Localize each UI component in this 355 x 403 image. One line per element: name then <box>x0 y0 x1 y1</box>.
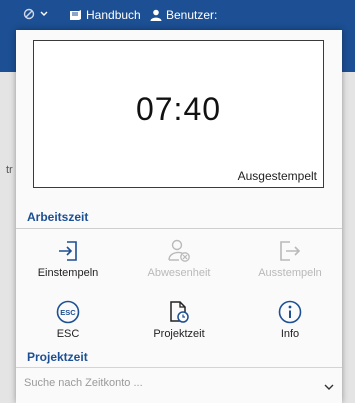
info-icon <box>240 299 340 325</box>
background-page-right <box>342 30 355 403</box>
chevron-down-icon <box>40 11 48 17</box>
time-account-search <box>16 367 342 397</box>
esc-button[interactable]: ESC ESC <box>18 299 118 340</box>
clock-time: 07:40 <box>135 91 222 127</box>
project-time-button[interactable]: Projektzeit <box>129 299 229 340</box>
info-label: Info <box>280 328 300 340</box>
section-title-projektzeit: Projektzeit <box>27 350 88 364</box>
info-button[interactable]: Info <box>240 299 340 340</box>
clock-out-icon <box>240 238 340 264</box>
clock-out-label: Ausstempeln <box>258 267 322 279</box>
top-bar: Handbuch Benutzer: <box>0 0 355 30</box>
app-logo-icon <box>22 8 36 20</box>
handbook-label: Handbuch <box>86 8 141 22</box>
absence-icon <box>129 238 229 264</box>
project-time-label: Projektzeit <box>153 328 205 340</box>
background-page-left <box>0 30 16 403</box>
absence-button[interactable]: Abwesenheit <box>129 238 229 279</box>
clock-status-label: Ausgestempelt <box>237 169 317 183</box>
clock-in-button[interactable]: Einstempeln <box>18 238 118 279</box>
background-header-right <box>342 30 355 72</box>
background-text-fragment: tr <box>6 164 13 176</box>
user-label: Benutzer: <box>166 8 218 22</box>
handbook-link[interactable]: Handbuch <box>68 8 141 22</box>
user-info[interactable]: Benutzer: <box>150 8 217 22</box>
clock-in-label: Einstempeln <box>37 267 99 279</box>
app-menu-button[interactable] <box>22 8 48 20</box>
clock-display: 07:40 Ausgestempelt <box>33 40 324 188</box>
book-icon <box>68 9 82 21</box>
project-time-icon <box>129 299 229 325</box>
section-title-arbeitszeit: Arbeitszeit <box>27 210 89 224</box>
section-divider <box>16 228 342 229</box>
esc-label: ESC <box>56 328 80 340</box>
clock-out-button[interactable]: Ausstempeln <box>240 238 340 279</box>
time-tracking-panel: 07:40 Ausgestempelt Arbeitszeit Einstemp… <box>16 30 342 403</box>
time-account-search-input[interactable] <box>16 367 342 397</box>
absence-label: Abwesenheit <box>147 267 211 279</box>
chevron-down-icon[interactable] <box>324 378 334 396</box>
background-header-left <box>0 30 16 72</box>
user-icon <box>150 9 162 21</box>
svg-text:ESC: ESC <box>60 308 76 317</box>
clock-in-icon <box>18 238 118 264</box>
esc-icon: ESC <box>18 299 118 325</box>
